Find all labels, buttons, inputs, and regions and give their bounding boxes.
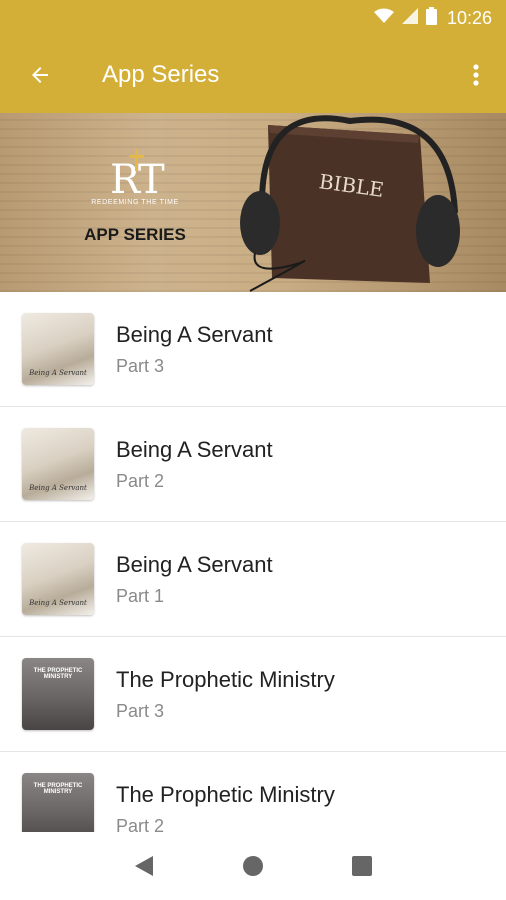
status-time: 10:26 [446, 7, 492, 28]
battery-icon [425, 6, 437, 30]
nav-home-icon [243, 856, 263, 876]
episode-title: Being A Servant [116, 436, 273, 462]
episode-title: Being A Servant [116, 321, 273, 347]
episode-title: The Prophetic Ministry [116, 666, 335, 692]
episode-thumbnail: THE PROPHETIC MINISTRY [22, 658, 94, 730]
wifi-icon [373, 8, 394, 29]
rt-logo-icon: R T [110, 149, 165, 203]
episode-title: Being A Servant [116, 551, 273, 577]
nav-recents-icon [352, 856, 372, 876]
episode-thumbnail: THE PROPHETIC MINISTRY [22, 773, 94, 832]
episode-thumbnail: Being A Servant [22, 428, 94, 500]
list-item[interactable]: Being A Servant Being A Servant Part 3 [0, 292, 506, 407]
episode-title: The Prophetic Ministry [116, 781, 335, 807]
list-item[interactable]: Being A Servant Being A Servant Part 1 [0, 522, 506, 637]
list-item[interactable]: THE PROPHETIC MINISTRY The Prophetic Min… [0, 752, 506, 832]
episode-subtitle: Part 3 [116, 700, 165, 721]
signal-icon [401, 7, 418, 29]
back-button[interactable] [0, 63, 80, 87]
list-item[interactable]: Being A Servant Being A Servant Part 2 [0, 407, 506, 522]
banner-tagline: REDEEMING THE TIME [91, 199, 179, 206]
series-banner: R T BIBLE REDEEMING THE TIME APP SERIES [0, 113, 506, 292]
nav-recents-button[interactable] [351, 855, 373, 877]
more-vert-icon [473, 63, 479, 86]
episode-subtitle: Part 3 [116, 355, 165, 376]
episode-thumbnail: Being A Servant [22, 543, 94, 615]
episode-subtitle: Part 2 [116, 815, 165, 833]
app-bar: App Series [0, 36, 506, 113]
bible-book-icon: BIBLE [268, 125, 430, 283]
nav-back-button[interactable] [133, 854, 155, 878]
nav-home-button[interactable] [241, 854, 265, 878]
status-bar: 10:26 [0, 0, 506, 36]
svg-text:T: T [138, 157, 165, 203]
banner-label: APP SERIES [84, 225, 186, 244]
page-title: App Series [102, 60, 220, 88]
system-nav-bar [0, 832, 506, 900]
episode-list: Being A Servant Being A Servant Part 3 B… [0, 292, 506, 832]
overflow-menu-button[interactable] [446, 63, 506, 87]
nav-back-icon [135, 856, 153, 876]
arrow-back-icon [32, 66, 48, 83]
episode-thumbnail: Being A Servant [22, 313, 94, 385]
list-item[interactable]: THE PROPHETIC MINISTRY The Prophetic Min… [0, 637, 506, 752]
episode-subtitle: Part 1 [116, 585, 165, 606]
episode-subtitle: Part 2 [116, 470, 165, 491]
